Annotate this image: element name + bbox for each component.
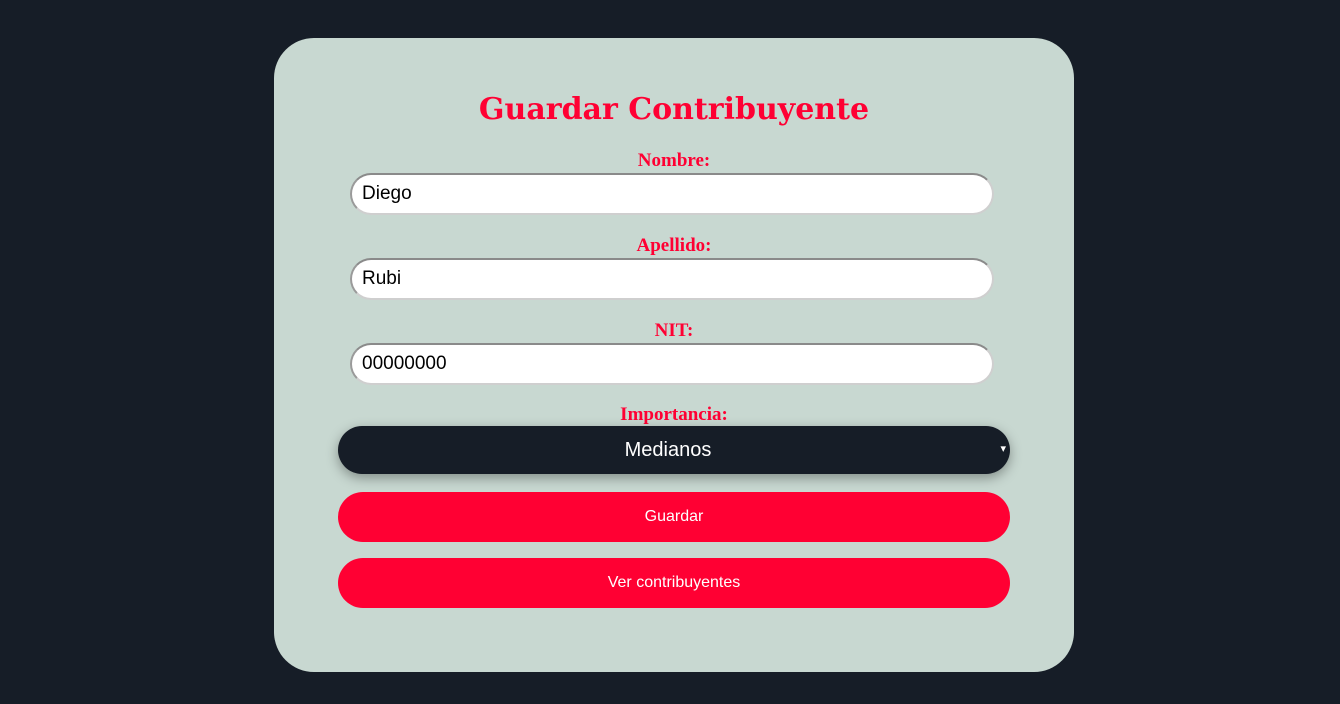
- nit-label: NIT:: [654, 320, 694, 341]
- nombre-label: Nombre:: [637, 150, 711, 171]
- nit-input[interactable]: [350, 343, 994, 385]
- importancia-select[interactable]: Medianos ▾: [338, 426, 1010, 474]
- importancia-label: Importancia:: [620, 404, 728, 425]
- ver-contribuyentes-button[interactable]: Ver contribuyentes: [338, 558, 1010, 608]
- chevron-down-icon: ▾: [1000, 442, 1006, 455]
- page-title: Guardar Contribuyente: [478, 92, 870, 127]
- importancia-selected-value: Medianos: [624, 439, 712, 461]
- guardar-button[interactable]: Guardar: [338, 492, 1010, 542]
- apellido-input[interactable]: [350, 258, 994, 300]
- apellido-label: Apellido:: [636, 235, 712, 256]
- nombre-input[interactable]: [350, 173, 994, 215]
